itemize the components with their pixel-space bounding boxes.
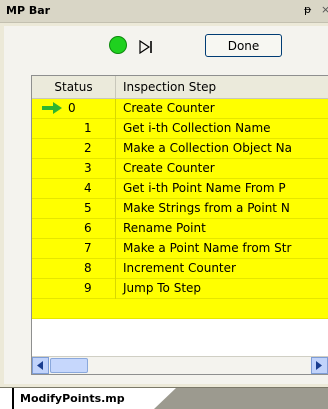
pin-icon[interactable]: ᵽ — [304, 3, 311, 16]
status-cell: 4 — [32, 179, 116, 199]
scroll-thumb[interactable] — [50, 358, 88, 373]
status-cell: 1 — [32, 119, 116, 139]
done-button[interactable]: Done — [205, 34, 282, 57]
step-number: 2 — [84, 141, 92, 155]
table-row[interactable]: 0 Create Counter — [32, 99, 328, 119]
status-cell: 5 — [32, 199, 116, 219]
step-number: 0 — [68, 101, 76, 115]
tabstrip-background — [154, 388, 328, 409]
table-row[interactable]: 3 Create Counter — [32, 159, 328, 179]
chevron-left-icon — [37, 361, 43, 370]
step-forward-icon[interactable] — [138, 40, 154, 54]
status-cell: 2 — [32, 139, 116, 159]
step-number: 7 — [84, 241, 92, 255]
run-status-indicator-icon[interactable] — [109, 36, 127, 54]
table-row-empty — [32, 299, 328, 319]
inspection-step-name: Create Counter — [123, 101, 215, 115]
column-header-status[interactable]: Status — [32, 76, 116, 98]
panel-titlebar: MP Bar ᵽ × — [0, 0, 328, 23]
panel-title: MP Bar — [6, 4, 51, 17]
table-row[interactable]: 1 Get i-th Collection Name — [32, 119, 328, 139]
inspection-step-name: Create Counter — [123, 161, 215, 175]
inspection-step-name: Jump To Step — [123, 281, 202, 295]
current-step-arrow-icon — [42, 102, 62, 114]
status-cell: 8 — [32, 259, 116, 279]
step-number: 6 — [84, 221, 92, 235]
inspection-step-name: Get i-th Collection Name — [123, 121, 271, 135]
inspection-step-name: Make Strings from a Point N — [123, 201, 290, 215]
horizontal-scrollbar[interactable] — [32, 356, 328, 374]
status-cell: 3 — [32, 159, 116, 179]
status-cell: 6 — [32, 219, 116, 239]
tab-modifypoints[interactable]: ModifyPoints.mp — [12, 388, 131, 409]
status-cell: 0 — [32, 99, 116, 119]
table-body: 0 Create Counter 1 Get i-th Collection Name… — [32, 99, 328, 299]
status-cell: 9 — [32, 279, 116, 299]
table-row[interactable]: 2 Make a Collection Object Na — [32, 139, 328, 159]
inspection-step-name: Make a Collection Object Na — [123, 141, 292, 155]
scroll-left-button[interactable] — [32, 357, 49, 374]
close-icon[interactable]: × — [321, 3, 328, 16]
document-tabstrip: ModifyPoints.mp — [0, 388, 328, 409]
inspection-step-name: Rename Point — [123, 221, 206, 235]
step-number: 9 — [84, 281, 92, 295]
status-cell: 7 — [32, 239, 116, 259]
step-number: 1 — [84, 121, 92, 135]
table-row[interactable]: 7 Make a Point Name from Str — [32, 239, 328, 259]
scroll-right-button[interactable] — [311, 357, 328, 374]
table-row[interactable]: 8 Increment Counter — [32, 259, 328, 279]
table-row[interactable]: 9 Jump To Step — [32, 279, 328, 299]
step-number: 4 — [84, 181, 92, 195]
step-number: 5 — [84, 201, 92, 215]
table-header: Status Inspection Step — [32, 76, 328, 99]
inspection-step-name: Get i-th Point Name From P — [123, 181, 286, 195]
chevron-right-icon — [316, 361, 322, 370]
column-header-inspection-step[interactable]: Inspection Step — [123, 80, 216, 94]
step-number: 3 — [84, 161, 92, 175]
table-row[interactable]: 5 Make Strings from a Point N — [32, 199, 328, 219]
table-row[interactable]: 4 Get i-th Point Name From P — [32, 179, 328, 199]
inspection-step-name: Increment Counter — [123, 261, 236, 275]
inspection-step-name: Make a Point Name from Str — [123, 241, 292, 255]
step-number: 8 — [84, 261, 92, 275]
table-row[interactable]: 6 Rename Point — [32, 219, 328, 239]
inspection-steps-table: Status Inspection Step 0 Create Counter 1 G… — [31, 75, 328, 375]
